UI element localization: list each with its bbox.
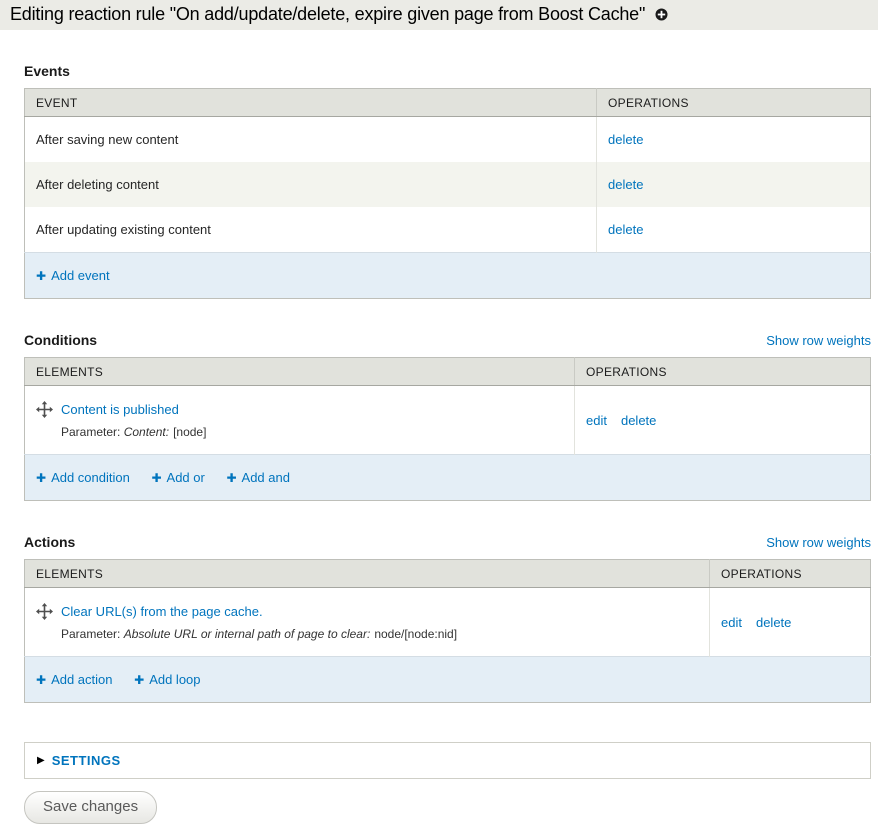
plus-icon: [36, 471, 46, 485]
actions-col-header-operations: OPERATIONS: [710, 560, 871, 588]
delete-link[interactable]: delete: [608, 132, 643, 147]
settings-label: SETTINGS: [52, 753, 121, 768]
parameter-prefix: Parameter:: [61, 425, 120, 439]
add-row: Add action Add loop: [25, 657, 871, 703]
events-section: Events EVENT OPERATIONS After saving new…: [24, 63, 871, 299]
table-row: Content is published Parameter: Content:…: [25, 386, 871, 455]
parameter-prefix: Parameter:: [61, 627, 120, 641]
action-element-link[interactable]: Clear URL(s) from the page cache.: [61, 604, 263, 619]
conditions-col-header-operations: OPERATIONS: [575, 358, 871, 386]
table-row: After deleting content delete: [25, 162, 871, 207]
event-label: After updating existing content: [36, 222, 211, 237]
delete-link[interactable]: delete: [756, 615, 791, 630]
actions-section: Actions Show row weights ELEMENTS OPERAT…: [24, 534, 871, 703]
parameter-value: [node]: [173, 425, 206, 439]
plus-icon: [36, 269, 46, 283]
delete-link[interactable]: delete: [621, 413, 656, 428]
edit-link[interactable]: edit: [586, 413, 607, 428]
add-action-link[interactable]: Add action: [36, 672, 113, 687]
conditions-table: ELEMENTS OPERATIONS Content is publis: [24, 357, 871, 501]
parameter-name: Content:: [124, 425, 169, 439]
page-title-bar: Editing reaction rule "On add/update/del…: [0, 0, 878, 30]
conditions-section: Conditions Show row weights ELEMENTS OPE…: [24, 332, 871, 501]
add-condition-link[interactable]: Add condition: [36, 470, 130, 485]
parameter-name: Absolute URL or internal path of page to…: [124, 627, 371, 641]
events-heading: Events: [24, 63, 70, 79]
condition-parameter: Parameter: Content: [node]: [61, 425, 563, 439]
events-col-header-operations: OPERATIONS: [597, 89, 871, 117]
drag-handle-icon[interactable]: [36, 603, 53, 620]
conditions-heading: Conditions: [24, 332, 97, 348]
add-event-link[interactable]: Add event: [36, 268, 110, 283]
add-row: Add condition Add or Add and: [25, 455, 871, 501]
circle-plus-icon[interactable]: [655, 8, 668, 21]
save-changes-button[interactable]: Save changes: [24, 791, 157, 824]
drag-handle-icon[interactable]: [36, 401, 53, 418]
page-title: Editing reaction rule "On add/update/del…: [10, 4, 645, 25]
conditions-col-header-elements: ELEMENTS: [25, 358, 575, 386]
table-row: After saving new content delete: [25, 117, 871, 163]
parameter-value: node/[node:nid]: [374, 627, 457, 641]
main-content: Events EVENT OPERATIONS After saving new…: [0, 63, 878, 824]
plus-icon: [36, 673, 46, 687]
event-label: After saving new content: [36, 132, 178, 147]
add-row: Add event: [25, 253, 871, 299]
plus-icon: [151, 471, 161, 485]
action-parameter: Parameter: Absolute URL or internal path…: [61, 627, 698, 641]
show-row-weights-link[interactable]: Show row weights: [766, 535, 871, 550]
table-row: After updating existing content delete: [25, 207, 871, 253]
delete-link[interactable]: delete: [608, 177, 643, 192]
actions-heading: Actions: [24, 534, 75, 550]
add-loop-link[interactable]: Add loop: [134, 672, 200, 687]
chevron-right-icon: [37, 756, 45, 766]
show-row-weights-link[interactable]: Show row weights: [766, 333, 871, 348]
settings-fieldset-toggle[interactable]: SETTINGS: [24, 742, 871, 779]
actions-col-header-elements: ELEMENTS: [25, 560, 710, 588]
events-table: EVENT OPERATIONS After saving new conten…: [24, 88, 871, 299]
delete-link[interactable]: delete: [608, 222, 643, 237]
condition-element-link[interactable]: Content is published: [61, 402, 179, 417]
actions-table: ELEMENTS OPERATIONS Clear URL(s) from: [24, 559, 871, 703]
add-or-link[interactable]: Add or: [151, 470, 204, 485]
plus-icon: [226, 471, 236, 485]
table-row: Clear URL(s) from the page cache. Parame…: [25, 588, 871, 657]
plus-icon: [134, 673, 144, 687]
edit-link[interactable]: edit: [721, 615, 742, 630]
event-label: After deleting content: [36, 177, 159, 192]
events-col-header-event: EVENT: [25, 89, 597, 117]
add-and-link[interactable]: Add and: [226, 470, 290, 485]
